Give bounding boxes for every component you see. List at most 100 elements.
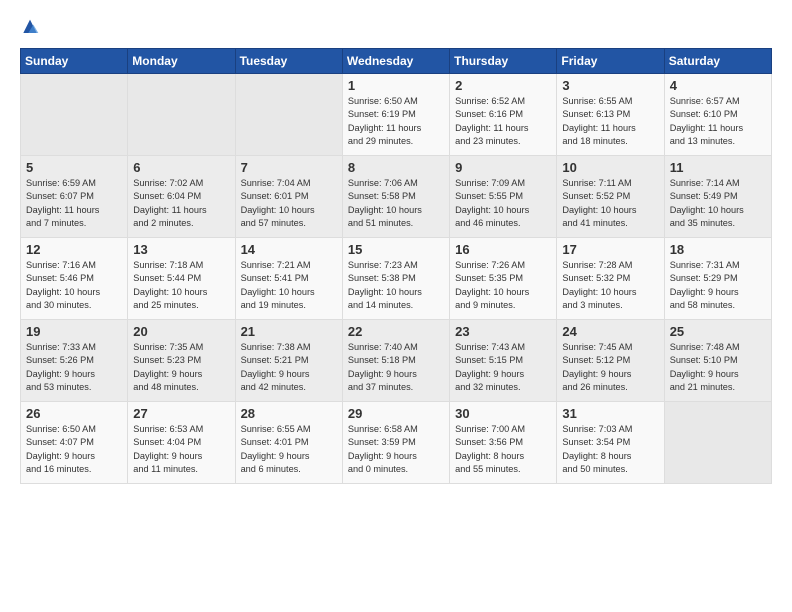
day-cell: 21 Sunrise: 7:38 AM Sunset: 5:21 PM Dayli… — [235, 320, 342, 402]
day-number: 4 — [670, 78, 766, 93]
week-row-5: 26Sunrise: 6:50 AM Sunset: 4:07 PM Dayli… — [21, 402, 772, 484]
day-number: 12 — [26, 242, 122, 257]
calendar-page: SundayMondayTuesdayWednesdayThursdayFrid… — [0, 0, 792, 612]
day-info: Sunrise: 7:16 AM Sunset: 5:46 PM Dayligh… — [26, 259, 122, 312]
day-number: 9 — [455, 160, 551, 175]
day-info: Sunrise: 7:04 AM Sunset: 6:01 PM Dayligh… — [241, 177, 337, 230]
header-cell-saturday: Saturday — [664, 49, 771, 74]
day-number: 30 — [455, 406, 551, 421]
day-cell: 15 Sunrise: 7:23 AM Sunset: 5:38 PM Dayli… — [342, 238, 449, 320]
day-number: 19 — [26, 324, 122, 339]
day-cell: 27 Sunrise: 6:53 AM Sunset: 4:04 PM Dayli… — [128, 402, 235, 484]
day-cell: 16 Sunrise: 7:26 AM Sunset: 5:35 PM Dayli… — [450, 238, 557, 320]
week-row-1: 1 Sunrise: 6:50 AM Sunset: 6:19 PM Daylig… — [21, 74, 772, 156]
day-number: 10 — [562, 160, 658, 175]
week-row-4: 19Sunrise: 7:33 AM Sunset: 5:26 PM Dayli… — [21, 320, 772, 402]
day-cell: 13Sunrise: 7:18 AM Sunset: 5:44 PM Dayli… — [128, 238, 235, 320]
day-number: 24 — [562, 324, 658, 339]
day-cell: 18Sunrise: 7:31 AM Sunset: 5:29 PM Dayli… — [664, 238, 771, 320]
day-info: Sunrise: 7:43 AM Sunset: 5:15 PM Dayligh… — [455, 341, 551, 394]
day-cell: 6 Sunrise: 7:02 AM Sunset: 6:04 PM Daylig… — [128, 156, 235, 238]
header-cell-sunday: Sunday — [21, 49, 128, 74]
day-cell: 17 Sunrise: 7:28 AM Sunset: 5:32 PM Dayli… — [557, 238, 664, 320]
header-cell-friday: Friday — [557, 49, 664, 74]
day-cell: 31 Sunrise: 7:03 AM Sunset: 3:54 PM Dayli… — [557, 402, 664, 484]
day-number: 26 — [26, 406, 122, 421]
day-number: 6 — [133, 160, 229, 175]
day-info: Sunrise: 6:55 AM Sunset: 4:01 PM Dayligh… — [241, 423, 337, 476]
day-cell: 12 Sunrise: 7:16 AM Sunset: 5:46 PM Dayli… — [21, 238, 128, 320]
day-number: 22 — [348, 324, 444, 339]
header-cell-wednesday: Wednesday — [342, 49, 449, 74]
header — [20, 18, 772, 38]
day-info: Sunrise: 7:03 AM Sunset: 3:54 PM Dayligh… — [562, 423, 658, 476]
day-number: 11 — [670, 160, 766, 175]
day-info: Sunrise: 7:26 AM Sunset: 5:35 PM Dayligh… — [455, 259, 551, 312]
day-cell: 11 Sunrise: 7:14 AM Sunset: 5:49 PM Dayli… — [664, 156, 771, 238]
day-info: Sunrise: 7:11 AM Sunset: 5:52 PM Dayligh… — [562, 177, 658, 230]
day-number: 15 — [348, 242, 444, 257]
day-info: Sunrise: 6:59 AM Sunset: 6:07 PM Dayligh… — [26, 177, 122, 230]
day-number: 23 — [455, 324, 551, 339]
day-info: Sunrise: 6:57 AM Sunset: 6:10 PM Dayligh… — [670, 95, 766, 148]
day-info: Sunrise: 7:40 AM Sunset: 5:18 PM Dayligh… — [348, 341, 444, 394]
day-number: 27 — [133, 406, 229, 421]
day-info: Sunrise: 6:50 AM Sunset: 6:19 PM Dayligh… — [348, 95, 444, 148]
day-info: Sunrise: 6:53 AM Sunset: 4:04 PM Dayligh… — [133, 423, 229, 476]
day-number: 21 — [241, 324, 337, 339]
day-number: 14 — [241, 242, 337, 257]
day-cell: 30 Sunrise: 7:00 AM Sunset: 3:56 PM Dayli… — [450, 402, 557, 484]
day-cell: 28Sunrise: 6:55 AM Sunset: 4:01 PM Dayli… — [235, 402, 342, 484]
day-info: Sunrise: 7:21 AM Sunset: 5:41 PM Dayligh… — [241, 259, 337, 312]
day-cell: 1 Sunrise: 6:50 AM Sunset: 6:19 PM Daylig… — [342, 74, 449, 156]
day-number: 31 — [562, 406, 658, 421]
day-info: Sunrise: 7:00 AM Sunset: 3:56 PM Dayligh… — [455, 423, 551, 476]
day-cell: 20Sunrise: 7:35 AM Sunset: 5:23 PM Dayli… — [128, 320, 235, 402]
header-row: SundayMondayTuesdayWednesdayThursdayFrid… — [21, 49, 772, 74]
day-info: Sunrise: 7:14 AM Sunset: 5:49 PM Dayligh… — [670, 177, 766, 230]
calendar-header: SundayMondayTuesdayWednesdayThursdayFrid… — [21, 49, 772, 74]
day-number: 5 — [26, 160, 122, 175]
day-cell — [21, 74, 128, 156]
day-number: 29 — [348, 406, 444, 421]
day-number: 8 — [348, 160, 444, 175]
day-number: 13 — [133, 242, 229, 257]
day-cell: 22 Sunrise: 7:40 AM Sunset: 5:18 PM Dayli… — [342, 320, 449, 402]
day-info: Sunrise: 6:52 AM Sunset: 6:16 PM Dayligh… — [455, 95, 551, 148]
day-cell — [664, 402, 771, 484]
day-info: Sunrise: 7:23 AM Sunset: 5:38 PM Dayligh… — [348, 259, 444, 312]
logo — [20, 18, 44, 38]
header-cell-tuesday: Tuesday — [235, 49, 342, 74]
day-cell: 19Sunrise: 7:33 AM Sunset: 5:26 PM Dayli… — [21, 320, 128, 402]
day-cell: 24 Sunrise: 7:45 AM Sunset: 5:12 PM Dayli… — [557, 320, 664, 402]
week-row-2: 5 Sunrise: 6:59 AM Sunset: 6:07 PM Daylig… — [21, 156, 772, 238]
day-cell: 7 Sunrise: 7:04 AM Sunset: 6:01 PM Daylig… — [235, 156, 342, 238]
day-info: Sunrise: 7:45 AM Sunset: 5:12 PM Dayligh… — [562, 341, 658, 394]
week-row-3: 12 Sunrise: 7:16 AM Sunset: 5:46 PM Dayli… — [21, 238, 772, 320]
day-cell: 3 Sunrise: 6:55 AM Sunset: 6:13 PM Daylig… — [557, 74, 664, 156]
day-info: Sunrise: 7:02 AM Sunset: 6:04 PM Dayligh… — [133, 177, 229, 230]
day-cell: 8 Sunrise: 7:06 AM Sunset: 5:58 PM Daylig… — [342, 156, 449, 238]
day-info: Sunrise: 7:28 AM Sunset: 5:32 PM Dayligh… — [562, 259, 658, 312]
logo-icon — [20, 18, 40, 38]
day-number: 2 — [455, 78, 551, 93]
day-cell — [128, 74, 235, 156]
day-cell: 4 Sunrise: 6:57 AM Sunset: 6:10 PM Daylig… — [664, 74, 771, 156]
day-cell: 2 Sunrise: 6:52 AM Sunset: 6:16 PM Daylig… — [450, 74, 557, 156]
day-info: Sunrise: 6:55 AM Sunset: 6:13 PM Dayligh… — [562, 95, 658, 148]
day-info: Sunrise: 7:06 AM Sunset: 5:58 PM Dayligh… — [348, 177, 444, 230]
day-number: 16 — [455, 242, 551, 257]
day-cell: 9Sunrise: 7:09 AM Sunset: 5:55 PM Daylig… — [450, 156, 557, 238]
day-cell: 29 Sunrise: 6:58 AM Sunset: 3:59 PM Dayli… — [342, 402, 449, 484]
day-cell — [235, 74, 342, 156]
day-info: Sunrise: 6:58 AM Sunset: 3:59 PM Dayligh… — [348, 423, 444, 476]
day-number: 1 — [348, 78, 444, 93]
day-number: 17 — [562, 242, 658, 257]
day-cell: 25Sunrise: 7:48 AM Sunset: 5:10 PM Dayli… — [664, 320, 771, 402]
day-number: 3 — [562, 78, 658, 93]
day-number: 7 — [241, 160, 337, 175]
day-info: Sunrise: 7:48 AM Sunset: 5:10 PM Dayligh… — [670, 341, 766, 394]
day-info: Sunrise: 7:38 AM Sunset: 5:21 PM Dayligh… — [241, 341, 337, 394]
day-cell: 23 Sunrise: 7:43 AM Sunset: 5:15 PM Dayli… — [450, 320, 557, 402]
day-cell: 5 Sunrise: 6:59 AM Sunset: 6:07 PM Daylig… — [21, 156, 128, 238]
